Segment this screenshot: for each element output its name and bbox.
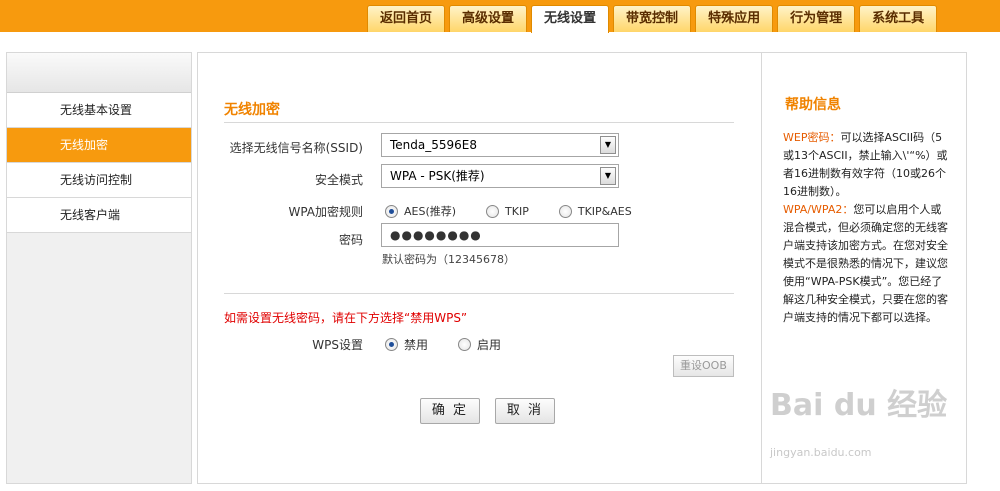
sidebar-header bbox=[7, 53, 191, 93]
radio-wps-disable-label: 禁用 bbox=[404, 338, 429, 352]
radio-tkip-aes[interactable] bbox=[558, 204, 572, 218]
divider bbox=[224, 122, 734, 123]
cancel-button[interactable]: 取 消 bbox=[495, 398, 555, 424]
wps-options: 禁用 启用 bbox=[385, 336, 501, 353]
main-panel: 无线加密 选择无线信号名称(SSID) Tenda_5596E8 ▼ 安全模式 … bbox=[197, 52, 762, 484]
tab-home[interactable]: 返回首页 bbox=[367, 5, 446, 32]
radio-tkip-label: TKIP bbox=[505, 204, 529, 218]
help-body: WEP密码：可以选择ASCII码（5或13个ASCII，禁止输入\'“%）或者1… bbox=[783, 129, 949, 327]
divider bbox=[224, 293, 734, 294]
ssid-select[interactable]: Tenda_5596E8 ▼ bbox=[381, 133, 619, 157]
reset-oob-button[interactable]: 重设OOB bbox=[673, 355, 734, 377]
help-title: 帮助信息 bbox=[785, 97, 841, 113]
ssid-value: Tenda_5596E8 bbox=[390, 138, 478, 152]
sidebar: 无线基本设置 无线加密 无线访问控制 无线客户端 bbox=[6, 52, 192, 484]
top-navigation-bar: 返回首页 高级设置 无线设置 带宽控制 特殊应用 行为管理 系统工具 bbox=[0, 0, 1000, 33]
radio-tkip[interactable] bbox=[486, 204, 500, 218]
sidebar-item-access-control[interactable]: 无线访问控制 bbox=[7, 163, 191, 198]
wps-label: WPS设置 bbox=[312, 338, 363, 352]
password-field[interactable]: ●●●●●●●● bbox=[381, 223, 619, 247]
dropdown-arrow-icon[interactable]: ▼ bbox=[600, 167, 616, 185]
ok-button[interactable]: 确 定 bbox=[420, 398, 480, 424]
password-label: 密码 bbox=[338, 233, 363, 247]
tab-advanced[interactable]: 高级设置 bbox=[449, 5, 528, 32]
ssid-label: 选择无线信号名称(SSID) bbox=[229, 141, 363, 155]
radio-wps-enable-label: 启用 bbox=[477, 338, 502, 352]
radio-wps-disable[interactable] bbox=[385, 338, 398, 351]
wps-warning: 如需设置无线密码，请在下方选择“禁用WPS” bbox=[224, 311, 468, 325]
tab-wireless[interactable]: 无线设置 bbox=[531, 5, 610, 33]
wpa-rule-label: WPA加密规则 bbox=[288, 205, 363, 219]
security-mode-select[interactable]: WPA - PSK(推荐) ▼ bbox=[381, 164, 619, 188]
tab-behavior[interactable]: 行为管理 bbox=[777, 5, 856, 32]
tab-bandwidth[interactable]: 带宽控制 bbox=[613, 5, 692, 32]
password-hint: 默认密码为（12345678） bbox=[382, 253, 515, 266]
radio-aes-label: AES(推荐) bbox=[404, 205, 457, 218]
sidebar-item-encryption[interactable]: 无线加密 bbox=[7, 128, 191, 163]
help-wpa-text: 您可以启用个人或混合模式，但必须确定您的无线客户端支持该加密方式。在您对安全模式… bbox=[783, 203, 948, 324]
sidebar-item-clients[interactable]: 无线客户端 bbox=[7, 198, 191, 233]
wpa-rule-options: AES(推荐) TKIP TKIP&AES bbox=[385, 203, 632, 219]
watermark-main: Bai du 经验 bbox=[770, 388, 948, 423]
help-wpa-key: WPA/WPA2： bbox=[783, 203, 854, 216]
help-wep-key: WEP密码： bbox=[783, 131, 841, 144]
sidebar-item-basic[interactable]: 无线基本设置 bbox=[7, 93, 191, 128]
tab-special-apps[interactable]: 特殊应用 bbox=[695, 5, 774, 32]
section-title: 无线加密 bbox=[224, 102, 280, 118]
watermark-sub: jingyan.baidu.com bbox=[770, 446, 872, 459]
dropdown-arrow-icon[interactable]: ▼ bbox=[600, 136, 616, 154]
security-mode-value: WPA - PSK(推荐) bbox=[390, 169, 485, 183]
tab-system-tools[interactable]: 系统工具 bbox=[859, 5, 938, 32]
main-tabs: 返回首页 高级设置 无线设置 带宽控制 特殊应用 行为管理 系统工具 bbox=[367, 5, 938, 33]
watermark: Bai du 经验 jingyan.baidu.com bbox=[770, 380, 950, 470]
radio-wps-enable[interactable] bbox=[458, 338, 472, 351]
security-mode-label: 安全模式 bbox=[314, 173, 363, 187]
radio-aes[interactable] bbox=[385, 204, 398, 218]
radio-tkip-aes-label: TKIP&AES bbox=[577, 204, 632, 218]
